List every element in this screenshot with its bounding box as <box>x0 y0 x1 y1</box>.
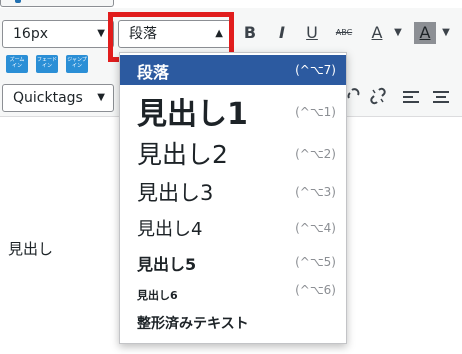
unlink-icon[interactable] <box>369 87 387 105</box>
menu-item-shortcut: (^⌥5) <box>295 255 336 269</box>
text-color-button[interactable]: A <box>366 22 388 44</box>
chevron-down-icon: ▼ <box>97 92 105 103</box>
effect-label: イン <box>71 63 82 69</box>
menu-item-label: 見出し5 <box>137 255 197 274</box>
editor-content[interactable]: 見出し <box>8 238 53 259</box>
font-size-select[interactable]: 16px ▼ <box>2 20 114 48</box>
menu-item-heading-3[interactable]: 見出し3 (^⌥3) <box>120 173 346 209</box>
editor-tab[interactable] <box>0 0 114 7</box>
menu-item-preformatted[interactable]: 整形済みテキスト <box>120 309 346 341</box>
menu-item-paragraph[interactable]: 段落 (^⌥7) <box>120 55 346 85</box>
menu-item-label: 見出し6 <box>137 289 178 302</box>
menu-item-shortcut: (^⌥6) <box>295 283 336 297</box>
menu-item-shortcut: (^⌥7) <box>295 63 336 77</box>
background-color-button[interactable]: A <box>414 22 436 44</box>
menu-item-label: 整形済みテキスト <box>137 316 249 332</box>
font-size-value: 16px <box>13 26 48 42</box>
fade-in-effect-button[interactable]: フェード イン <box>36 55 58 73</box>
align-left-icon[interactable] <box>403 90 419 104</box>
align-center-icon[interactable] <box>433 90 449 104</box>
menu-item-label: 見出し2 <box>137 140 228 169</box>
menu-item-label: 見出し1 <box>137 97 248 132</box>
menu-item-heading-4[interactable]: 見出し4 (^⌥4) <box>120 211 346 245</box>
effect-label: イン <box>11 63 22 69</box>
bold-button[interactable]: B <box>240 22 260 44</box>
menu-item-heading-1[interactable]: 見出し1 (^⌥1) <box>120 85 346 132</box>
menu-item-heading-5[interactable]: 見出し5 (^⌥5) <box>120 245 346 279</box>
menu-item-shortcut: (^⌥2) <box>295 147 336 161</box>
zoom-in-effect-button[interactable]: ズーム イン <box>6 55 28 73</box>
menu-item-shortcut: (^⌥3) <box>295 185 336 199</box>
chevron-down-icon: ▼ <box>97 28 105 39</box>
menu-item-label: 見出し4 <box>137 219 203 240</box>
effect-label: イン <box>41 63 52 69</box>
jump-in-effect-button[interactable]: ジャンプ イン <box>66 55 88 73</box>
menu-item-label: 見出し3 <box>137 181 214 205</box>
menu-item-label: 段落 <box>137 63 170 82</box>
link-icon[interactable] <box>346 88 360 104</box>
underline-button[interactable]: U <box>302 22 322 44</box>
quicktags-select[interactable]: Quicktags ▼ <box>2 84 114 112</box>
menu-item-shortcut: (^⌥4) <box>295 221 336 235</box>
strikethrough-button[interactable]: ABC <box>332 22 356 44</box>
text-color-arrow[interactable]: ▼ <box>392 22 404 44</box>
format-dropdown-menu: 段落 (^⌥7) 見出し1 (^⌥1) 見出し2 (^⌥2) 見出し3 (^⌥3… <box>119 52 347 344</box>
menu-item-heading-6[interactable]: 見出し6 (^⌥6) <box>120 281 346 311</box>
background-color-arrow[interactable]: ▼ <box>440 22 452 44</box>
menu-item-shortcut: (^⌥1) <box>295 105 336 119</box>
top-strip <box>0 0 462 8</box>
quicktags-value: Quicktags <box>13 90 83 106</box>
tab-marker <box>15 0 21 3</box>
italic-button[interactable]: I <box>272 22 292 44</box>
menu-item-heading-2[interactable]: 見出し2 (^⌥2) <box>120 131 346 171</box>
